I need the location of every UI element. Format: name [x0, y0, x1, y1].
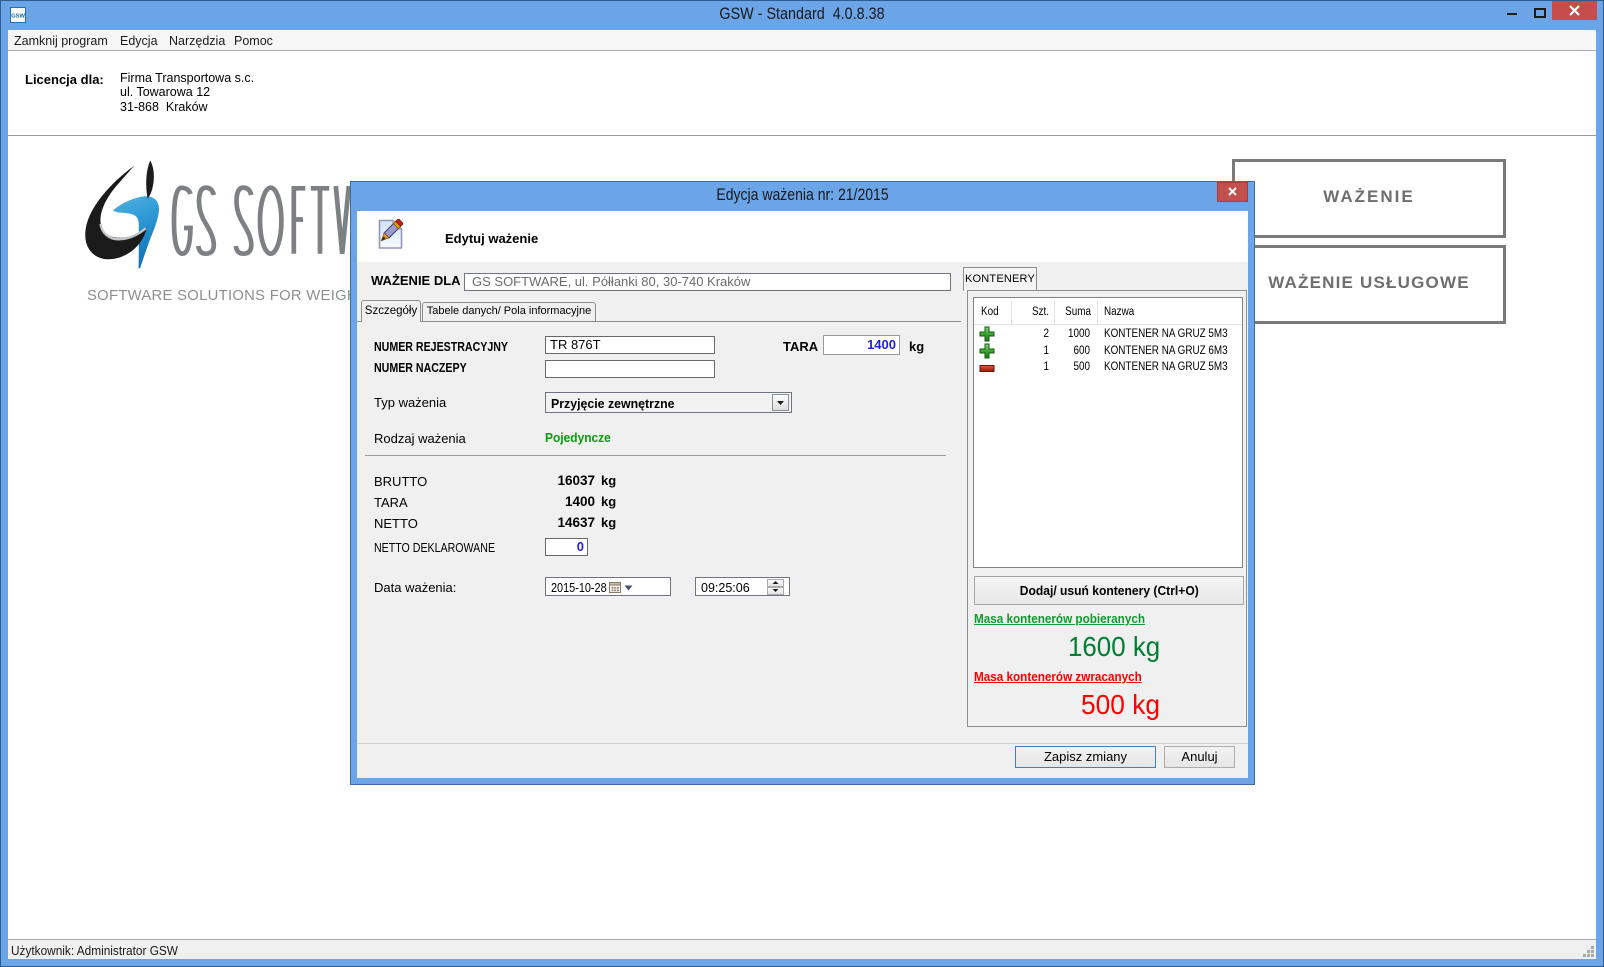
svg-text:GSW: GSW [11, 14, 25, 20]
svg-text:SOFTWARE SOLUTIONS FOR WEIGHIN: SOFTWARE SOLUTIONS FOR WEIGHING IN [87, 288, 370, 304]
